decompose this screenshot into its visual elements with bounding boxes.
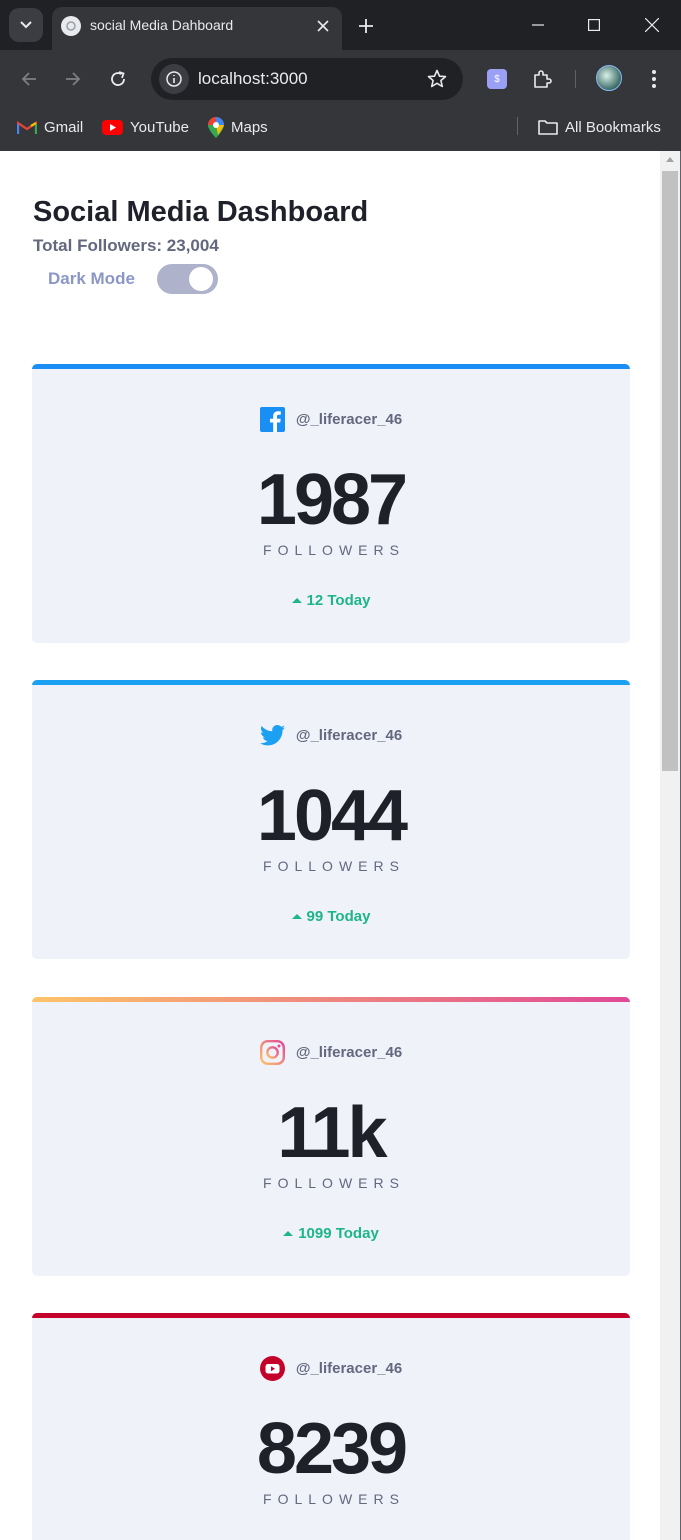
instagram-card[interactable]: @_liferacer_46 11k FOLLOWERS 1099 Today [32,997,630,1276]
bookmark-star-icon[interactable] [425,67,449,91]
facebook-icon [260,406,286,432]
youtube-card[interactable]: @_liferacer_46 8239 FOLLOWERS [32,1313,630,1540]
youtube-icon [102,119,123,135]
card-accent-bar [32,680,630,685]
card-handle-text: @_liferacer_46 [295,726,403,744]
toggle-knob [189,267,213,291]
today-change-text: 99 Today [306,908,371,925]
follower-count: 1987 [256,460,408,540]
address-bar[interactable]: localhost:3000 [151,58,463,100]
card-accent-bar [32,364,630,369]
tab-bar: social Media Dahboard [0,0,681,50]
today-change: 12 Today [32,592,630,609]
card-handle: @_liferacer_46 [32,722,630,748]
scrollbar-thumb[interactable] [662,171,678,771]
more-menu-icon[interactable] [641,65,667,93]
bookmark-gmail[interactable]: Gmail [17,116,83,138]
page-viewport: Social Media Dashboard Total Followers: … [1,151,660,1540]
minimize-icon[interactable] [523,10,553,40]
card-handle-text: @_liferacer_46 [295,1359,403,1377]
browser-chrome: social Media Dahboard localhost:3000 $ G… [0,0,681,151]
all-bookmarks-label: All Bookmarks [565,118,661,136]
followers-label: FOLLOWERS [263,1175,405,1191]
extension-icon[interactable]: $ [487,69,507,89]
all-bookmarks-button[interactable]: All Bookmarks [538,116,661,138]
bookmarks-divider [517,117,518,135]
close-window-icon[interactable] [637,10,667,40]
today-change: 1099 Today [32,1225,630,1242]
reload-icon[interactable] [103,64,133,94]
today-change-text: 12 Today [306,592,371,609]
today-change-text: 1099 Today [298,1225,379,1242]
site-info-icon[interactable] [159,64,189,94]
up-arrow-icon [283,1231,294,1236]
extensions-puzzle-icon[interactable] [528,65,556,93]
follower-count: 1044 [256,776,408,856]
vertical-scrollbar[interactable] [660,151,680,1540]
favicon-icon [61,16,81,36]
bookmark-youtube[interactable]: YouTube [102,116,189,138]
today-change: 99 Today [32,908,630,925]
card-accent-bar [32,1313,630,1318]
bookmark-maps[interactable]: Maps [208,116,268,138]
new-tab-icon[interactable] [352,12,380,40]
bookmark-label: YouTube [130,118,189,136]
gmail-icon [17,120,37,134]
tab-title: social Media Dahboard [90,17,234,33]
bookmarks-bar: Gmail YouTube Maps All Bookmarks [0,108,681,146]
card-handle: @_liferacer_46 [32,1039,630,1065]
close-tab-icon[interactable] [312,15,334,37]
facebook-card[interactable]: @_liferacer_46 1987 FOLLOWERS 12 Today [32,364,630,643]
follower-count: 8239 [256,1409,408,1489]
up-arrow-icon [291,598,302,603]
maps-icon [208,116,224,138]
tab-search-button[interactable] [9,8,43,42]
page-title: Social Media Dashboard [33,196,369,228]
followers-label: FOLLOWERS [263,1491,405,1507]
twitter-card[interactable]: @_liferacer_46 1044 FOLLOWERS 99 Today [32,680,630,959]
followers-label: FOLLOWERS [263,858,405,874]
url-text[interactable]: localhost:3000 [198,69,308,89]
dark-mode-label: Dark Mode [48,269,135,288]
profile-avatar[interactable] [596,65,622,91]
card-handle: @_liferacer_46 [32,1355,630,1381]
browser-toolbar: localhost:3000 $ [0,50,681,108]
back-arrow-icon[interactable] [14,64,44,94]
dark-mode-toggle[interactable] [157,264,218,294]
card-accent-bar [32,997,630,1002]
scroll-up-arrow-icon[interactable] [666,157,674,162]
browser-tab[interactable]: social Media Dahboard [52,7,342,50]
youtube-icon [260,1355,286,1381]
card-handle-text: @_liferacer_46 [295,410,403,428]
card-handle-text: @_liferacer_46 [295,1043,403,1061]
follower-count: 11k [277,1093,387,1173]
chevron-down-icon [20,21,32,29]
maximize-icon[interactable] [579,10,609,40]
instagram-icon [260,1039,286,1065]
bookmark-label: Gmail [44,118,84,136]
twitter-icon [260,722,286,748]
toolbar-divider [575,70,576,88]
total-followers: Total Followers: 23,004 [33,236,219,255]
forward-arrow-icon[interactable] [58,64,88,94]
card-handle: @_liferacer_46 [32,406,630,432]
bookmark-label: Maps [231,118,268,136]
folder-icon [538,120,558,135]
up-arrow-icon [291,914,302,919]
followers-label: FOLLOWERS [263,542,405,558]
